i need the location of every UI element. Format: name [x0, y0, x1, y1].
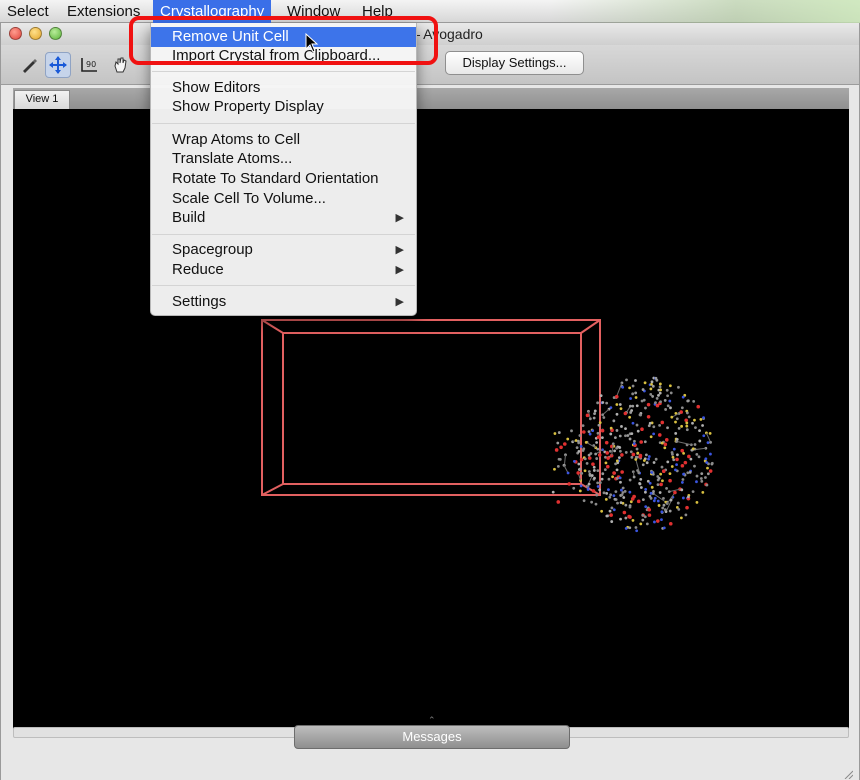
- menu-item-spacegroup[interactable]: Spacegroup ▶: [151, 240, 416, 260]
- protein-molecule: [551, 376, 714, 533]
- menu-item-rotate-standard[interactable]: Rotate To Standard Orientation: [151, 169, 416, 189]
- view-tab-bar: View 1: [13, 88, 849, 109]
- highlight-callout: [129, 16, 438, 65]
- submenu-arrow-icon: ▶: [395, 212, 404, 224]
- unit-cell-box: [261, 319, 601, 496]
- menu-item-spacegroup-label: Spacegroup: [172, 241, 253, 258]
- desktop-background: [550, 0, 860, 23]
- svg-text:90: 90: [86, 60, 96, 69]
- menu-item-reduce[interactable]: Reduce ▶: [151, 260, 416, 280]
- menu-separator: [152, 71, 415, 72]
- menu-select[interactable]: Select: [0, 0, 56, 23]
- submenu-arrow-icon: ▶: [395, 264, 404, 276]
- menu-separator: [152, 285, 415, 286]
- menu-separator: [152, 234, 415, 235]
- display-settings-button[interactable]: Display Settings...: [445, 51, 584, 75]
- draw-tool-icon[interactable]: [16, 52, 42, 78]
- menu-item-scale-cell[interactable]: Scale Cell To Volume...: [151, 189, 416, 209]
- tab-view-1[interactable]: View 1: [14, 90, 70, 109]
- submenu-arrow-icon: ▶: [395, 244, 404, 256]
- resize-grip-icon[interactable]: [843, 766, 854, 780]
- menu-item-wrap-atoms[interactable]: Wrap Atoms to Cell: [151, 130, 416, 150]
- menu-item-show-property-display[interactable]: Show Property Display: [151, 97, 416, 117]
- menu-separator: [152, 123, 415, 124]
- menu-item-reduce-label: Reduce: [172, 261, 224, 278]
- app-window: 1pdb – Avogadro 90 Display Settings... V…: [0, 23, 860, 780]
- navigate-tool-icon[interactable]: [45, 52, 71, 78]
- menu-item-settings[interactable]: Settings ▶: [151, 292, 416, 312]
- submenu-arrow-icon: ▶: [395, 296, 404, 308]
- menu-item-settings-label: Settings: [172, 293, 227, 310]
- menu-item-translate-atoms[interactable]: Translate Atoms...: [151, 149, 416, 169]
- menu-item-build[interactable]: Build ▶: [151, 208, 416, 228]
- crystallography-menu: Remove Unit Cell Import Crystal from Cli…: [150, 23, 417, 316]
- measure-tool-icon[interactable]: 90: [76, 52, 102, 78]
- mouse-pointer-icon: [305, 32, 319, 53]
- messages-button[interactable]: Messages: [294, 725, 570, 749]
- molecule-viewport[interactable]: [13, 109, 849, 731]
- menu-item-show-editors[interactable]: Show Editors: [151, 78, 416, 98]
- menu-item-build-label: Build: [172, 209, 206, 226]
